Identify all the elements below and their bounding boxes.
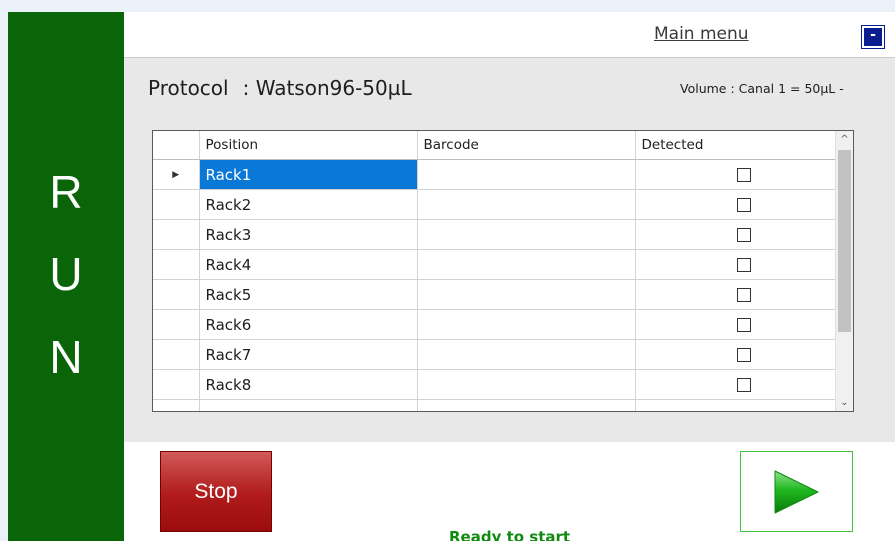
vertical-scrollbar[interactable]: ^ ⌄ [835, 131, 853, 411]
detected-checkbox[interactable] [737, 258, 751, 272]
position-cell[interactable]: Rack4 [199, 249, 418, 280]
rack-grid[interactable]: Position Barcode Detected ▶ Rack1 Rack2 [152, 130, 854, 412]
detected-cell[interactable] [635, 339, 853, 370]
table-row[interactable]: Rack5 [153, 279, 853, 310]
detected-cell[interactable] [635, 249, 853, 280]
run-letter-r: R [49, 166, 83, 218]
row-header[interactable] [153, 279, 200, 310]
protocol-heading: Protocol : Watson96-50µL [148, 76, 412, 100]
chevron-down-icon[interactable]: ⌄ [836, 394, 853, 411]
detected-cell[interactable] [635, 219, 853, 250]
detected-cell[interactable] [635, 159, 853, 190]
rack-table: Position Barcode Detected ▶ Rack1 Rack2 [153, 131, 853, 411]
row-header[interactable] [153, 219, 200, 250]
protocol-value: : Watson96-50µL [242, 76, 412, 100]
position-cell[interactable]: Rack8 [199, 369, 418, 400]
play-icon [774, 470, 819, 514]
main-menu-link[interactable]: Main menu [654, 24, 749, 44]
position-cell[interactable]: Rack3 [199, 219, 418, 250]
row-header-corner [153, 131, 200, 160]
detected-checkbox[interactable] [737, 168, 751, 182]
barcode-cell[interactable] [417, 309, 636, 340]
detected-cell[interactable] [635, 189, 853, 220]
detected-cell[interactable] [635, 279, 853, 310]
row-header[interactable] [153, 399, 200, 411]
position-cell[interactable] [199, 399, 418, 411]
position-cell[interactable]: Rack1 [199, 159, 418, 190]
status-text: Ready to start [449, 528, 571, 541]
detected-checkbox[interactable] [737, 288, 751, 302]
run-side-banner: R U N [8, 12, 124, 541]
triangle-right-icon: ▶ [172, 169, 180, 180]
barcode-cell[interactable] [417, 249, 636, 280]
table-row[interactable]: Rack8 [153, 369, 853, 400]
table-row[interactable]: Rack3 [153, 219, 853, 250]
scrollbar-thumb[interactable] [838, 150, 851, 332]
volume-info: Volume : Canal 1 = 50µL - [680, 81, 844, 96]
table-row[interactable]: Rack2 [153, 189, 853, 220]
column-header-detected[interactable]: Detected [635, 131, 853, 160]
position-cell[interactable]: Rack5 [199, 279, 418, 310]
barcode-cell[interactable] [417, 279, 636, 310]
row-header[interactable] [153, 339, 200, 370]
row-header[interactable] [153, 369, 200, 400]
barcode-cell[interactable] [417, 369, 636, 400]
barcode-cell[interactable] [417, 399, 636, 411]
position-cell[interactable]: Rack6 [199, 309, 418, 340]
detected-checkbox[interactable] [737, 348, 751, 362]
table-row[interactable]: ▶ Rack1 [153, 159, 853, 190]
chevron-up-icon[interactable]: ^ [836, 131, 853, 148]
stop-button[interactable]: Stop [160, 451, 272, 532]
app-window: R U N Main menu - Protocol : Watson96-50µ… [8, 12, 895, 541]
detected-checkbox[interactable] [737, 378, 751, 392]
action-bar: Stop Ready to start [124, 442, 895, 541]
row-header[interactable] [153, 189, 200, 220]
detected-cell[interactable] [635, 369, 853, 400]
detected-checkbox[interactable] [737, 228, 751, 242]
barcode-cell[interactable] [417, 159, 636, 190]
table-row[interactable] [153, 399, 853, 411]
column-header-position[interactable]: Position [199, 131, 418, 160]
start-button[interactable] [740, 451, 853, 532]
grid-header-row: Position Barcode Detected [153, 131, 853, 160]
protocol-panel: Protocol : Watson96-50µL Volume : Canal 1… [124, 58, 895, 442]
run-letter-u: U [49, 248, 83, 300]
minimize-button[interactable]: - [861, 25, 885, 49]
table-row[interactable]: Rack7 [153, 339, 853, 370]
position-cell[interactable]: Rack2 [199, 189, 418, 220]
barcode-cell[interactable] [417, 219, 636, 250]
table-row[interactable]: Rack6 [153, 309, 853, 340]
detected-cell[interactable] [635, 309, 853, 340]
detected-checkbox[interactable] [737, 318, 751, 332]
protocol-label: Protocol [148, 76, 229, 100]
barcode-cell[interactable] [417, 189, 636, 220]
row-header[interactable]: ▶ [153, 159, 200, 190]
detected-cell[interactable] [635, 399, 853, 411]
table-row[interactable]: Rack4 [153, 249, 853, 280]
row-header[interactable] [153, 249, 200, 280]
barcode-cell[interactable] [417, 339, 636, 370]
row-header[interactable] [153, 309, 200, 340]
column-header-barcode[interactable]: Barcode [417, 131, 636, 160]
top-bar: Main menu - [124, 12, 895, 58]
position-cell[interactable]: Rack7 [199, 339, 418, 370]
detected-checkbox[interactable] [737, 198, 751, 212]
run-letter-n: N [49, 331, 83, 383]
